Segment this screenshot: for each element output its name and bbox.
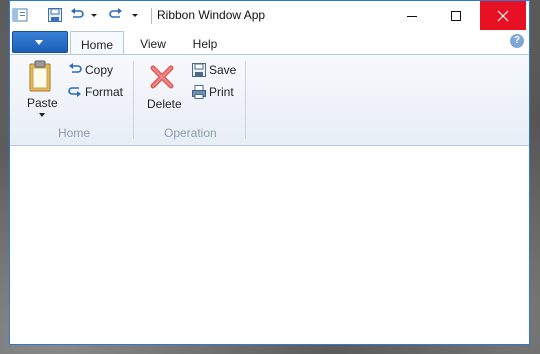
app-menu-arrow-icon [35,40,43,45]
group-label-home: Home [58,126,91,140]
redo-icon[interactable] [108,7,124,23]
app-icon [12,8,28,22]
delete-button[interactable]: Delete [147,97,182,111]
tab-help[interactable]: Help [180,31,230,55]
save-icon [192,63,206,77]
window-title: Ribbon Window App [157,8,266,22]
minimize-button[interactable] [389,1,435,30]
tab-home[interactable]: Home [70,31,124,55]
title-separator [151,8,152,24]
print-button[interactable]: Print [209,85,234,99]
delete-icon[interactable] [149,64,175,90]
main-content-area[interactable] [10,146,529,344]
title-bar[interactable]: Ribbon Window App [10,1,529,31]
close-icon [497,10,509,22]
format-icon [68,87,81,97]
group-separator [133,61,134,139]
maximize-icon [451,11,461,21]
minimize-icon [407,16,417,17]
print-icon [192,85,206,99]
paste-button-label[interactable]: Paste [27,96,58,110]
customize-quick-access-icon[interactable] [131,7,139,23]
copy-button[interactable]: Copy [85,63,113,77]
application-menu-button[interactable] [12,31,68,53]
help-icon[interactable]: ? [510,34,524,48]
ribbon-panel: Paste Copy Format Home Delete Save Print… [10,54,529,146]
ribbon-window: Ribbon Window App Home View Help ? Paste… [9,0,530,345]
tab-view[interactable]: View [128,31,178,55]
save-button[interactable]: Save [209,63,236,77]
copy-icon [69,63,82,73]
format-button[interactable]: Format [85,85,123,99]
paste-dropdown-icon[interactable] [38,112,46,118]
paste-icon[interactable] [28,60,52,92]
close-button[interactable] [480,1,526,30]
maximize-button[interactable] [433,1,479,30]
group-label-operation: Operation [164,126,217,140]
undo-dropdown-icon[interactable] [90,7,98,23]
save-icon[interactable] [47,7,63,23]
group-separator [245,61,246,139]
undo-icon[interactable] [69,7,85,23]
ribbon-tab-row: Home View Help [10,31,529,55]
